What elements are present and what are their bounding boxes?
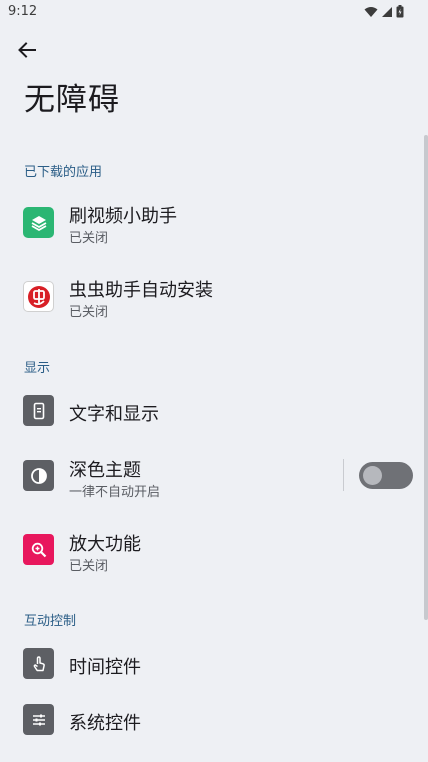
list-item-title: 虫虫助手自动安装 xyxy=(69,280,213,301)
list-item-subtitle: 已关闭 xyxy=(69,231,109,246)
sliders-icon xyxy=(23,704,54,735)
scrollbar[interactable] xyxy=(424,135,428,620)
toggle-knob xyxy=(363,466,382,485)
contrast-icon xyxy=(23,460,54,491)
page-title: 无障碍 xyxy=(24,82,120,118)
text-display-icon xyxy=(23,395,54,426)
magnify-icon xyxy=(23,534,54,565)
list-item-title: 刷视频小助手 xyxy=(69,206,177,227)
touch-hand-icon xyxy=(23,648,54,679)
status-icons xyxy=(364,5,404,18)
list-item-magnification[interactable]: 放大功能 已关闭 xyxy=(0,518,420,584)
stacked-layers-app-icon xyxy=(23,207,54,238)
list-item-title: 文字和显示 xyxy=(69,404,159,425)
list-item-dark-theme[interactable]: 深色主题 一律不自动开启 xyxy=(0,444,340,510)
list-item-shua-shipin[interactable]: 刷视频小助手 已关闭 xyxy=(0,190,420,256)
wifi-icon xyxy=(364,6,378,17)
section-header-downloaded: 已下载的应用 xyxy=(24,165,103,180)
list-item-title: 时间控件 xyxy=(69,657,141,678)
section-header-interaction: 互动控制 xyxy=(24,614,77,629)
accessibility-screen: 9:12 无障碍 已下载的应用 刷视频小助手 已关闭 虫虫助手自动安装 已关闭 … xyxy=(0,0,428,762)
list-item-title: 深色主题 xyxy=(69,460,141,481)
list-item-subtitle: 已关闭 xyxy=(69,559,109,574)
list-item-subtitle: 一律不自动开启 xyxy=(69,485,161,500)
list-item-text-display[interactable]: 文字和显示 xyxy=(0,382,420,440)
battery-icon xyxy=(396,5,404,18)
cell-signal-icon xyxy=(382,6,392,17)
dark-theme-toggle[interactable] xyxy=(359,462,413,489)
vertical-divider xyxy=(343,459,344,491)
list-item-chongchong[interactable]: 虫虫助手自动安装 已关闭 xyxy=(0,264,420,330)
list-item-subtitle: 已关闭 xyxy=(69,305,109,320)
list-item-title: 系统控件 xyxy=(69,713,141,734)
arrow-back-icon xyxy=(18,42,36,58)
back-button[interactable] xyxy=(10,36,44,64)
chongchong-app-icon xyxy=(23,281,54,312)
status-time: 9:12 xyxy=(8,4,38,19)
section-header-display: 显示 xyxy=(24,361,51,376)
list-item-timing-controls[interactable]: 时间控件 xyxy=(0,635,420,693)
list-item-system-controls[interactable]: 系统控件 xyxy=(0,691,420,749)
list-item-title: 放大功能 xyxy=(69,534,141,555)
status-bar: 9:12 xyxy=(0,0,428,26)
